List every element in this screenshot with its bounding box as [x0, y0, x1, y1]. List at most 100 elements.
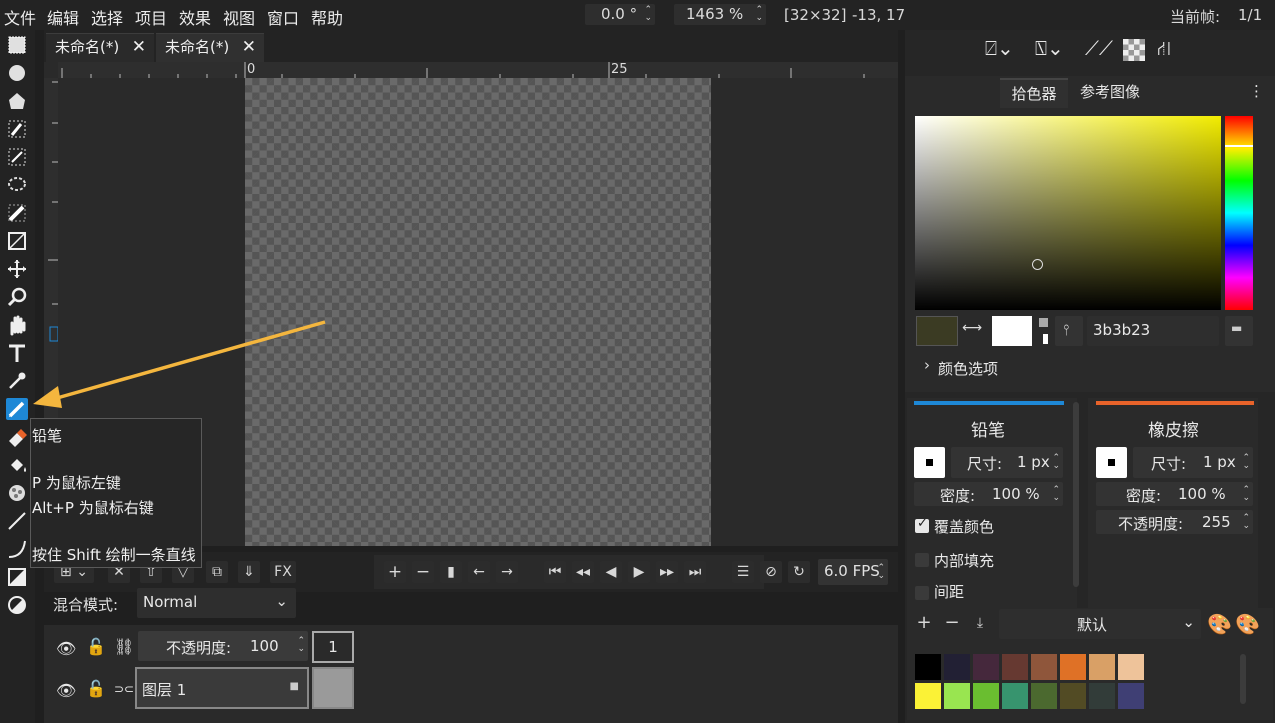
size-spinner-icon[interactable]: ⌃ ⌄	[1242, 454, 1250, 471]
palette-scrollbar[interactable]	[1240, 654, 1246, 704]
overwrite-color-checkbox[interactable]: ✓	[915, 516, 929, 533]
add-frame-button[interactable]: +	[384, 561, 406, 583]
screen-pick-button[interactable]: ▬	[1225, 316, 1253, 346]
fps-field[interactable]: 6.0 FPS ⌃ ⌄	[818, 559, 888, 585]
opacity-spinner-icon[interactable]: ⌃ ⌄	[1242, 514, 1250, 531]
chevron-right-icon[interactable]: ›	[924, 356, 930, 374]
import-palette-icon[interactable]: ⤓	[969, 612, 991, 634]
remove-palette-button[interactable]: −	[941, 612, 963, 634]
palette-swatch[interactable]	[1060, 683, 1086, 709]
dynamics-icon[interactable]: ⛙	[1157, 36, 1171, 63]
pencil-size-field[interactable]: 尺寸: 1 px ⌃ ⌄	[951, 447, 1063, 478]
first-frame-icon[interactable]: ⏮	[544, 561, 566, 583]
rectangle-select-tool-icon[interactable]	[6, 34, 28, 56]
ellipse-tool-icon[interactable]	[6, 594, 28, 616]
layer-menu-icon[interactable]: ■	[290, 681, 299, 692]
size-spinner-icon[interactable]: ⌃ ⌄	[1052, 454, 1060, 471]
menu-window[interactable]: 窗口	[267, 5, 299, 29]
blend-mode-select[interactable]: Normal ⌄	[137, 588, 296, 618]
palette-swatch[interactable]	[1118, 683, 1144, 709]
panel-menu-icon[interactable]: ⋮	[1249, 82, 1264, 100]
eyedropper-button[interactable]: ⫯	[1055, 316, 1083, 346]
close-icon[interactable]: ✕	[242, 34, 256, 61]
zoom-field[interactable]: 1463 % ⌃ ⌄	[674, 4, 766, 25]
palette-new-icon[interactable]: 🎨	[1235, 612, 1260, 636]
menu-select[interactable]: 选择	[91, 5, 123, 29]
palette-swatch[interactable]	[1089, 683, 1115, 709]
eye-icon[interactable]: 👁	[56, 681, 76, 700]
rotation-spinner-icon[interactable]: ⌃ ⌄	[644, 6, 652, 23]
rotation-field[interactable]: 0.0 ° ⌃ ⌄	[585, 4, 655, 25]
palette-swatch[interactable]	[944, 683, 970, 709]
layer-fx-button[interactable]: FX	[270, 561, 296, 583]
tab-color-picker[interactable]: 拾色器	[1000, 78, 1068, 108]
remove-frame-button[interactable]: −	[412, 561, 434, 583]
palette-edit-icon[interactable]: 🎨	[1207, 612, 1232, 636]
alpha-lock-icon[interactable]	[1123, 39, 1145, 61]
palette-swatch[interactable]	[1002, 683, 1028, 709]
eraser-tool-icon[interactable]	[6, 426, 28, 448]
tab-reference-image[interactable]: 参考图像	[1070, 78, 1150, 108]
spacing-checkbox[interactable]	[915, 586, 929, 600]
paint-select-tool-icon[interactable]	[6, 202, 28, 224]
lasso-tool-icon[interactable]	[6, 174, 28, 196]
brush-preview[interactable]	[914, 447, 945, 478]
palette-swatch[interactable]	[973, 654, 999, 680]
pixel-perfect-icon[interactable]: ⟋⟋	[1085, 36, 1113, 60]
color-picker-tool-icon[interactable]	[6, 370, 28, 392]
color-options-label[interactable]: 颜色选项	[938, 358, 998, 379]
shading-tool-icon[interactable]	[6, 482, 28, 504]
bucket-fill-tool-icon[interactable]	[6, 454, 28, 476]
menu-project[interactable]: 项目	[135, 5, 167, 29]
color-select-tool-icon[interactable]	[6, 118, 28, 140]
cel-thumbnail[interactable]	[312, 667, 354, 709]
mirror-horizontal-icon[interactable]: ⍁⌄	[985, 36, 1014, 60]
add-palette-button[interactable]: +	[913, 612, 935, 634]
palette-swatch[interactable]	[1089, 654, 1115, 680]
hue-slider-handle[interactable]	[1225, 145, 1253, 147]
reset-colors-white-icon[interactable]	[1043, 334, 1048, 344]
frame-header-1[interactable]: 1	[312, 631, 354, 663]
picker-cursor[interactable]	[1032, 259, 1043, 270]
swap-colors-icon[interactable]: ⟷	[962, 320, 982, 336]
loop-icon[interactable]: ↻	[788, 561, 810, 583]
eraser-opacity-field[interactable]: 不透明度: 255 ⌃ ⌄	[1096, 510, 1253, 534]
palette-swatch[interactable]	[1002, 654, 1028, 680]
menu-edit[interactable]: 编辑	[47, 5, 79, 29]
zoom-tool-icon[interactable]	[6, 286, 28, 308]
eraser-brush-preview[interactable]	[1096, 447, 1127, 478]
lock-icon[interactable]: 🔓	[86, 637, 106, 656]
lock-icon[interactable]: 🔓	[86, 679, 106, 698]
palette-swatch[interactable]	[1118, 654, 1144, 680]
ellipse-select-tool-icon[interactable]	[6, 62, 28, 84]
move-frame-left-button[interactable]: ←	[468, 561, 490, 583]
crop-tool-icon[interactable]	[6, 230, 28, 252]
layer-opacity-spinner-icon[interactable]: ⌃ ⌄	[297, 637, 305, 654]
palette-swatch[interactable]	[915, 683, 941, 709]
zoom-spinner-icon[interactable]: ⌃ ⌄	[755, 6, 763, 23]
rectangle-tool-icon[interactable]	[6, 566, 28, 588]
move-frame-right-button[interactable]: →	[496, 561, 518, 583]
previous-frame-icon[interactable]: ◂◂	[572, 561, 594, 583]
layer-opacity-field[interactable]: 不透明度: 100 ⌃ ⌄	[138, 631, 308, 661]
last-frame-icon[interactable]: ⏭	[684, 561, 706, 583]
palette-swatch[interactable]	[1031, 654, 1057, 680]
hue-slider[interactable]	[1225, 116, 1253, 310]
text-tool-icon[interactable]	[6, 342, 28, 364]
pan-hand-tool-icon[interactable]	[6, 314, 28, 336]
curve-tool-icon[interactable]	[6, 538, 28, 560]
palette-swatch[interactable]	[973, 683, 999, 709]
merge-down-button[interactable]: ⇓	[238, 561, 260, 583]
move-tool-icon[interactable]	[6, 258, 28, 280]
eraser-size-field[interactable]: 尺寸: 1 px ⌃ ⌄	[1133, 447, 1253, 478]
reset-colors-icon[interactable]	[1039, 318, 1048, 327]
palette-swatch[interactable]	[1060, 654, 1086, 680]
menu-view[interactable]: 视图	[223, 5, 255, 29]
onion-skin-icon[interactable]: ⊘	[760, 561, 782, 583]
clone-layer-button[interactable]: ⧉	[206, 561, 228, 583]
eye-icon[interactable]: 👁	[56, 639, 76, 658]
fps-spinner-icon[interactable]: ⌃ ⌄	[877, 564, 885, 581]
pencil-density-field[interactable]: 密度: 100 % ⌃ ⌄	[914, 482, 1063, 506]
left-tool-scrollbar[interactable]	[1073, 402, 1079, 587]
hex-input[interactable]: 3b3b23	[1087, 316, 1219, 346]
